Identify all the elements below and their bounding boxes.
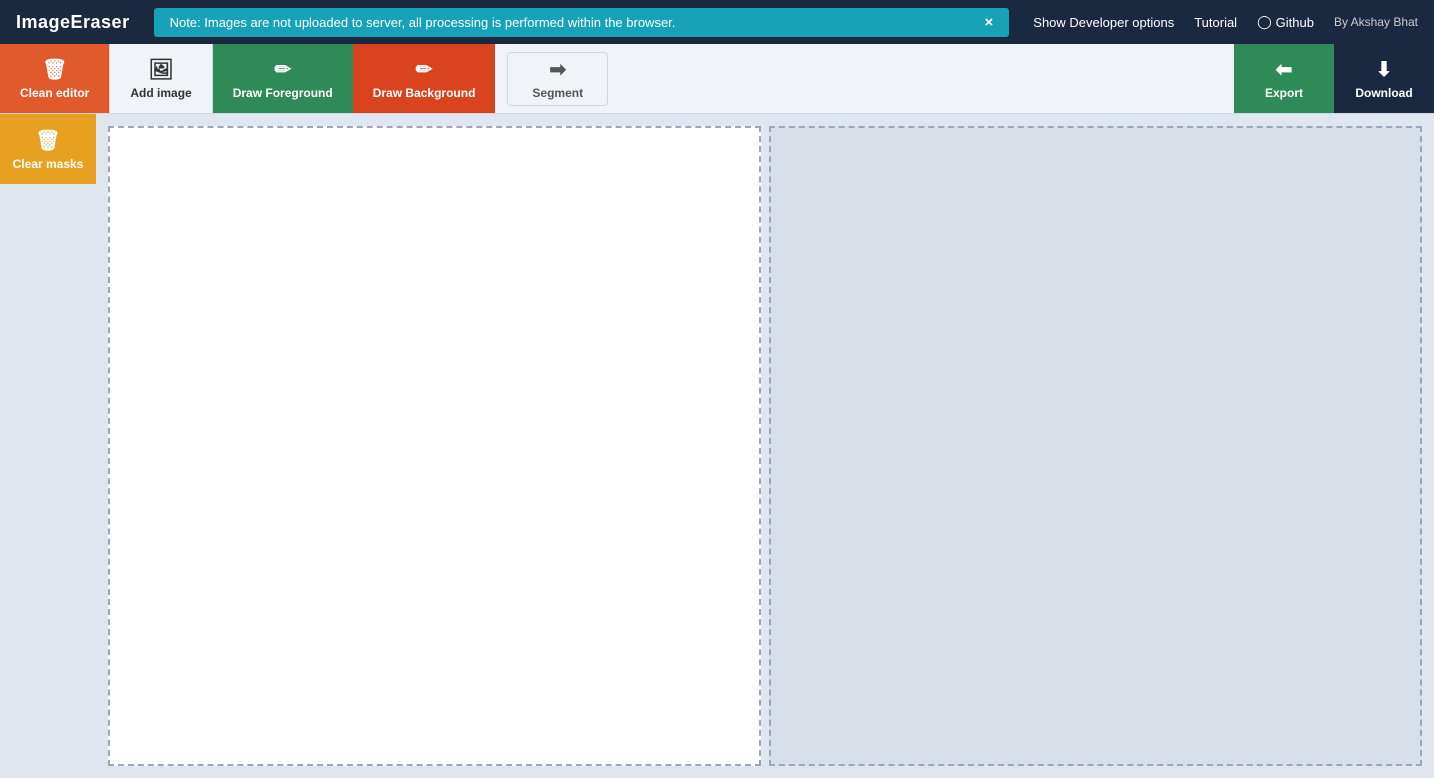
segment-button[interactable]: ➡ Segment <box>507 52 608 106</box>
notice-bar: Note: Images are not uploaded to server,… <box>154 8 1010 37</box>
draw-foreground-button[interactable]: ✏ Draw Foreground <box>213 44 353 113</box>
download-button[interactable]: ⬇ Download <box>1334 44 1434 113</box>
clear-masks-label: Clear masks <box>13 157 84 171</box>
arrow-left-icon: ⬅ <box>1276 57 1293 82</box>
download-label: Download <box>1355 86 1412 100</box>
clear-masks-button[interactable]: 🗑 Clear masks <box>0 114 96 184</box>
right-canvas <box>769 126 1422 766</box>
notice-close-button[interactable]: × <box>985 14 994 31</box>
clean-editor-label: Clean editor <box>20 86 89 100</box>
left-sidebar: 🗑 Clear masks <box>0 114 96 778</box>
segment-label: Segment <box>532 86 583 100</box>
github-icon: ◯ <box>1257 14 1272 30</box>
pencil-fg-icon: ✏ <box>274 57 291 82</box>
segment-wrap: ➡ Segment <box>495 44 628 113</box>
left-canvas[interactable] <box>108 126 761 766</box>
show-developer-options-link[interactable]: Show Developer options <box>1033 15 1174 30</box>
download-icon: ⬇ <box>1376 57 1393 82</box>
canvas-area <box>96 114 1434 778</box>
draw-background-button[interactable]: ✏ Draw Background <box>353 44 496 113</box>
draw-background-label: Draw Background <box>373 86 476 100</box>
github-link[interactable]: ◯ Github <box>1257 14 1314 30</box>
pencil-bg-icon: ✏ <box>416 57 433 82</box>
nav-links: Show Developer options Tutorial ◯ Github… <box>1033 14 1418 30</box>
notice-text: Note: Images are not uploaded to server,… <box>170 15 676 30</box>
add-image-button[interactable]: 🖼 Add image <box>109 44 212 113</box>
app-brand: ImageEraser <box>16 12 130 33</box>
author-label: By Akshay Bhat <box>1334 15 1418 29</box>
github-label: Github <box>1276 15 1314 30</box>
image-icon: 🖼 <box>148 57 173 82</box>
export-button[interactable]: ⬅ Export <box>1234 44 1334 113</box>
trash-masks-icon: 🗑 <box>35 128 60 153</box>
add-image-label: Add image <box>130 86 191 100</box>
segment-icon: ➡ <box>549 57 566 82</box>
draw-foreground-label: Draw Foreground <box>233 86 333 100</box>
trash-icon: 🗑 <box>42 57 67 82</box>
clean-editor-button[interactable]: 🗑 Clean editor <box>0 44 109 113</box>
export-label: Export <box>1265 86 1303 100</box>
export-download-wrap: ⬅ Export ⬇ Download <box>1234 44 1434 113</box>
tutorial-link[interactable]: Tutorial <box>1194 15 1237 30</box>
